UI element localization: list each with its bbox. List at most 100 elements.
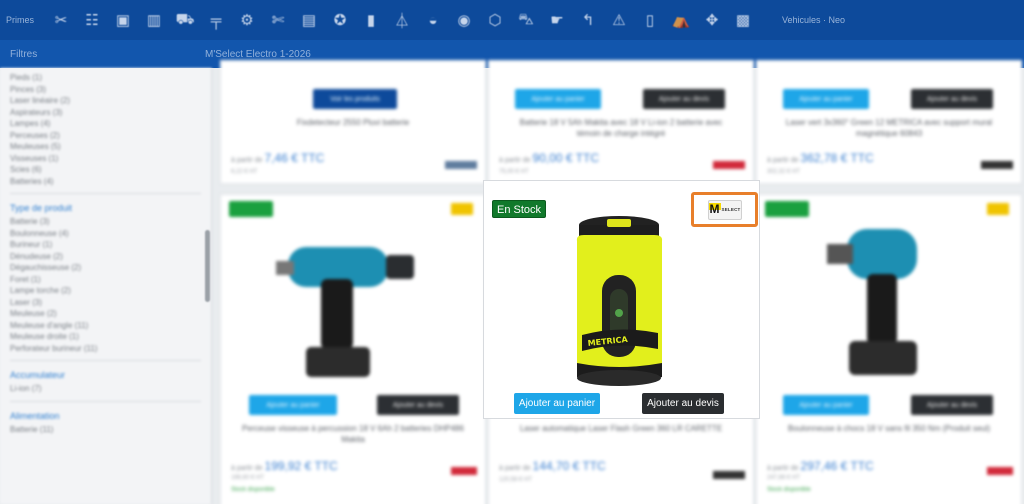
pipe-icon[interactable]: ╤ [206,10,226,30]
add-to-quote-button[interactable]: Ajouter au devis [642,393,724,414]
product-price-ht: 166,60 € HT [231,475,265,481]
add-to-cart-button[interactable]: Ajouter au panier [249,395,337,415]
filter-heading-type: Type de produit [10,203,73,213]
brand-logo [713,471,745,479]
filter-option[interactable]: Meuleuse droite (1) [10,331,201,343]
filter-option[interactable]: Lampes (4) [10,118,201,130]
stock-badge [765,201,809,217]
filter-option[interactable]: Burineur (1) [10,239,201,251]
box-icon[interactable]: ▣ [113,10,133,30]
filter-option[interactable]: Pinces (3) [10,84,201,96]
page: Primes ✂ ☷ ▣ ▥ ⛟ ╤ ⚙ ✄ ▤ ✪ ▮ ⏃ ◒ ◉ ⬡ ⛍ ☛… [0,0,1024,504]
product-card[interactable]: Ajouter au panier Ajouter au devis Batte… [488,60,754,184]
filter-option[interactable]: Pieds (1) [10,72,201,84]
filter-option[interactable]: Dégauchisseuse (2) [10,262,201,274]
add-to-cart-button[interactable]: Ajouter au panier [783,89,869,109]
filter-option[interactable]: Batterie (3) [10,216,201,228]
bottle-icon[interactable]: ▮ [361,10,381,30]
product-title[interactable]: Perceuse visseuse à percussion 18 V 6Ah … [241,423,465,445]
tent-icon[interactable]: ⛺ [671,10,691,30]
filter-option[interactable]: Perforateur burineur (11) [10,343,201,355]
toolbar-brand-label[interactable]: Primes [6,15,34,25]
filter-option[interactable]: Meuleuses (5) [10,141,201,153]
toolbar-more-label[interactable]: Vehicules · Neo [782,15,845,25]
product-price: à partir de 362,78 € TTC [767,151,874,165]
chart-icon[interactable]: ▤ [299,10,319,30]
add-to-cart-button[interactable]: Ajouter au panier [514,393,600,414]
add-to-quote-button[interactable]: Ajouter au devis [377,395,459,415]
product-title[interactable]: Laser automatique Laser Flash Green 360 … [509,423,733,434]
product-card[interactable]: Voir les produits Fixdetecteur 2550 Pluv… [220,60,486,184]
filter-option[interactable]: Scies (6) [10,164,201,176]
helmet-icon[interactable]: ◒ [423,10,443,30]
product-title[interactable]: Boulonneuse à chocs 18 V sans fil 350 Nm… [777,423,1001,434]
brand-logo [451,467,477,475]
view-products-button[interactable]: Voir les produits [313,89,397,109]
filter-option[interactable]: Li-ion (7) [10,383,201,395]
truck-icon[interactable]: ⛍ [516,10,536,30]
filter-option[interactable]: Perceuses (2) [10,130,201,142]
filter-option[interactable]: Batteries (4) [10,176,201,188]
wrench-icon[interactable]: ✂ [51,10,71,30]
filter-option[interactable]: Batterie (11) [10,424,201,436]
arrow-icon[interactable]: ↰ [578,10,598,30]
drone-icon[interactable]: ✥ [702,10,722,30]
gear-icon[interactable]: ⚙ [237,10,257,30]
add-to-quote-button[interactable]: Ajouter au devis [911,89,993,109]
add-to-quote-button[interactable]: Ajouter au devis [643,89,725,109]
hanger-icon[interactable]: ▩ [733,10,753,30]
filter-option[interactable]: Meuleuse d'angle (11) [10,320,201,332]
filter-heading-accumulator: Accumulateur [10,370,66,380]
product-card[interactable]: Ajouter au panier Ajouter au devis Laser… [756,60,1022,184]
product-price-ht: 75,00 € HT [499,169,529,175]
clock-icon[interactable]: ◉ [454,10,474,30]
brand-highlight-box: M SELECT [691,192,758,227]
filter-sidebar: Pieds (1) Pinces (3) Laser linéaire (2) … [0,68,212,504]
brand-logo [987,203,1009,215]
sidebar-scrollbar[interactable] [205,230,210,302]
brand-logo [981,161,1013,169]
laser-level-image: METRICA [576,216,663,386]
product-title[interactable]: Batterie 18 V 5Ah Makita avec 18 V Li-io… [509,117,733,139]
product-title[interactable]: Laser vert 3x360° Green 12 METRICA avec … [777,117,1001,139]
bolt-icon[interactable]: ✪ [330,10,350,30]
product-price: à partir de 7,46 € TTC [231,151,325,165]
divider [10,360,201,361]
mselect-logo[interactable]: M SELECT [707,199,742,220]
brand-logo [451,203,473,215]
filter-option[interactable]: Boulonneuse (4) [10,228,201,240]
stock-availability: Stock disponible [767,487,811,493]
filter-option[interactable]: Dénudeuse (2) [10,251,201,263]
ladder-icon[interactable]: ☷ [82,10,102,30]
filter-option[interactable]: Laser (3) [10,297,201,309]
scissors-icon[interactable]: ✄ [268,10,288,30]
filter-option[interactable]: Aspirateurs (3) [10,107,201,119]
drill-icon[interactable]: ☛ [547,10,567,30]
product-title[interactable]: Fixdetecteur 2550 Pluvi batterie [241,117,465,128]
product-card[interactable]: Ajouter au panier Ajouter au devis Boulo… [756,194,1022,504]
add-to-quote-button[interactable]: Ajouter au devis [911,395,993,415]
filter-option[interactable]: Laser linéaire (2) [10,95,201,107]
filter-option[interactable]: Visseuses (1) [10,153,201,165]
drill-image [276,247,414,377]
filter-option[interactable]: Foret (1) [10,274,201,286]
filter-option[interactable]: Lampe torche (2) [10,285,201,297]
filters-title: Filtres [10,48,38,60]
filter-option[interactable]: Meuleuse (2) [10,308,201,320]
warning-icon[interactable]: ⚠ [609,10,629,30]
highlighted-product-card[interactable]: En Stock M SELECT METRICA Ajouter au pan… [484,181,759,418]
cart-icon[interactable]: ⛟ [175,10,195,30]
saw-icon[interactable]: ⏃ [392,10,412,30]
product-price-ht: 247,88 € HT [767,475,801,481]
add-to-cart-button[interactable]: Ajouter au panier [783,395,869,415]
product-price: à partir de 90,00 € TTC [499,151,600,165]
door-icon[interactable]: ▯ [640,10,660,30]
product-price-ht: 6,22 € HT [231,169,258,175]
divider [10,400,201,402]
product-card[interactable]: Ajouter au panier Ajouter au devis Perce… [220,194,486,504]
filter-heading-power: Alimentation [10,410,60,421]
bucket-icon[interactable]: ⬡ [485,10,505,30]
shelf-icon[interactable]: ▥ [144,10,164,30]
brand-logo [445,161,477,169]
add-to-cart-button[interactable]: Ajouter au panier [515,89,601,109]
